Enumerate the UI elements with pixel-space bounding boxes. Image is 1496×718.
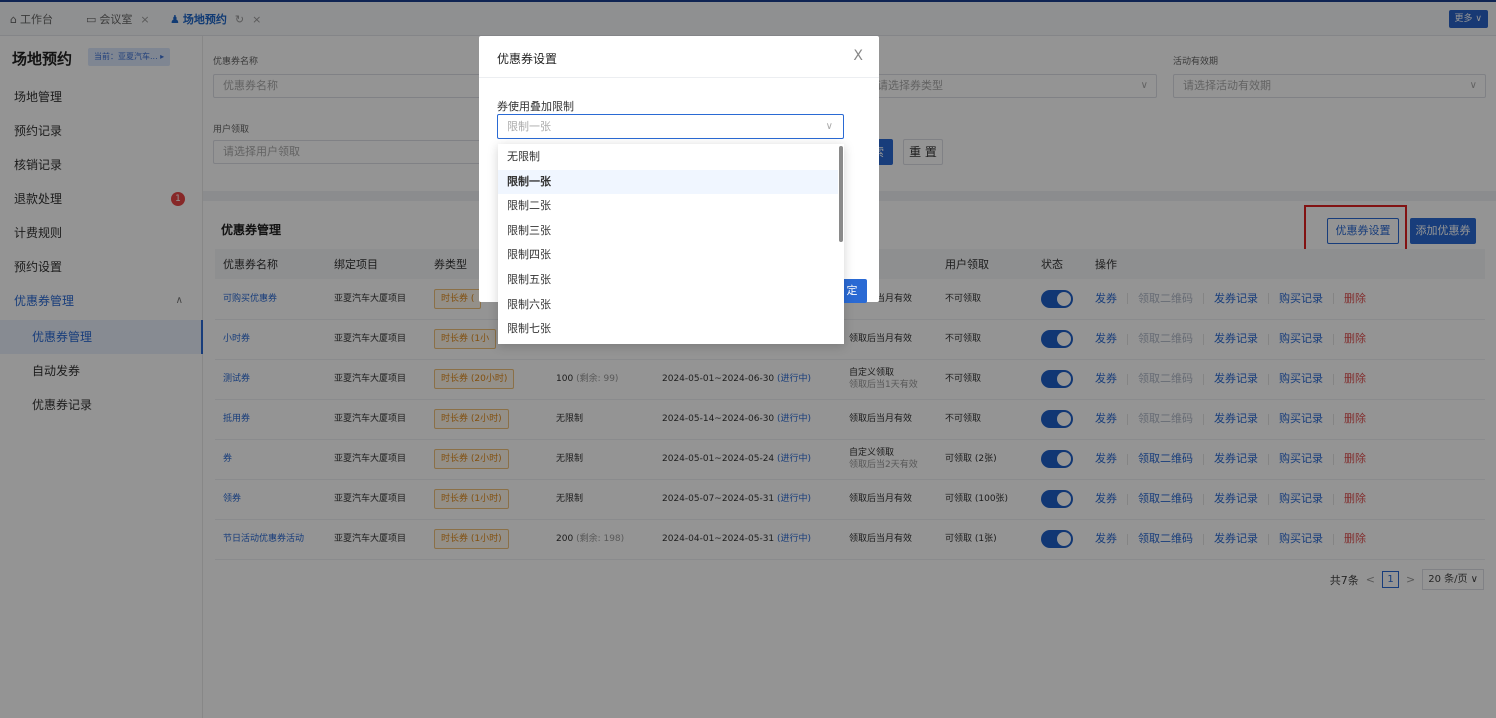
dropdown-option[interactable]: 限制七张 (498, 317, 838, 341)
close-icon[interactable]: X (853, 48, 863, 64)
divider (479, 77, 879, 78)
stack-limit-dropdown: 无限制 限制一张 限制二张 限制三张 限制四张 限制五张 限制六张 限制七张 (498, 144, 844, 344)
scrollbar[interactable] (839, 146, 843, 242)
stack-limit-select[interactable]: 限制一张 ∨ (497, 114, 844, 139)
dropdown-option[interactable]: 限制二张 (498, 194, 838, 218)
chevron-down-icon: ∨ (825, 121, 833, 132)
select-value: 限制一张 (507, 120, 551, 133)
dropdown-option[interactable]: 限制一张 (498, 169, 838, 194)
dialog-title: 优惠券设置 (497, 52, 558, 66)
dropdown-option[interactable]: 限制五张 (498, 268, 838, 292)
dropdown-option[interactable]: 限制六张 (498, 293, 838, 317)
dropdown-option[interactable]: 限制三张 (498, 219, 838, 243)
dropdown-option[interactable]: 限制四张 (498, 243, 838, 267)
stack-limit-label: 券使用叠加限制 (497, 100, 574, 113)
dropdown-option[interactable]: 无限制 (498, 145, 838, 169)
